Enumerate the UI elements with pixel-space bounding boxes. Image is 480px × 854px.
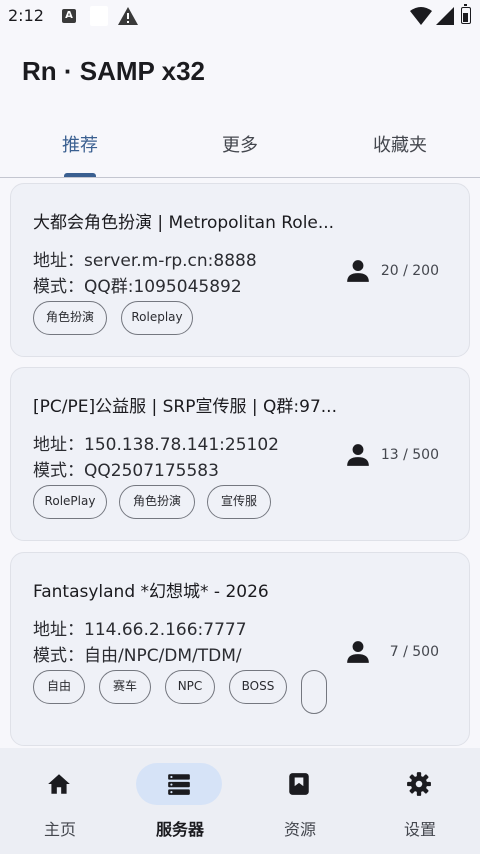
nav-item-resources[interactable]: 资源	[240, 748, 360, 854]
person-icon	[347, 444, 369, 466]
nav-label: 主页	[43, 820, 76, 839]
server-card[interactable]: [PC/PE]公益服 | SRP宣传服 | Q群:97... 地址：150.13…	[10, 367, 470, 541]
warning-icon	[118, 7, 138, 25]
status-bar: 2:12 A	[0, 0, 480, 34]
tag-chip[interactable]: 角色扮演	[119, 485, 195, 519]
tag-chip[interactable]: 赛车	[99, 670, 151, 704]
tab-indicator	[64, 173, 96, 177]
tag-chip[interactable]: RolePlay	[33, 485, 107, 519]
bookmark-icon	[289, 773, 309, 795]
tab-recommended[interactable]: 推荐	[0, 118, 160, 176]
server-mode: 模式：自由/NPC/DM/TDM/	[33, 646, 242, 666]
tab-more[interactable]: 更多	[160, 118, 320, 176]
tab-bar: 推荐 更多 收藏夹	[0, 118, 480, 178]
gear-icon	[407, 772, 431, 796]
tag-chip[interactable]: 自由	[33, 670, 85, 704]
person-icon	[347, 260, 369, 282]
tag-chip[interactable]: BOSS	[229, 670, 287, 704]
player-count: 7 / 500	[389, 644, 439, 660]
person-icon	[347, 641, 369, 663]
tag-chip[interactable]: 角色扮演	[33, 301, 107, 335]
app-title: Rn · SAMP x32	[22, 56, 206, 86]
white-square-icon	[90, 6, 108, 26]
server-address: 地址：114.66.2.166:7777	[33, 620, 247, 640]
server-address: 地址：150.138.78.141:25102	[33, 435, 279, 455]
server-mode: 模式：QQ群:1095045892	[33, 277, 242, 297]
bottom-navigation: 主页 服务器 资源 设置	[0, 748, 480, 854]
server-card[interactable]: Fantasyland *幻想城* - 2026 地址：114.66.2.166…	[10, 552, 470, 746]
wifi-icon	[410, 7, 432, 25]
nav-item-settings[interactable]: 设置	[360, 748, 480, 854]
player-count: 20 / 200	[380, 263, 439, 279]
server-list-icon	[168, 774, 190, 795]
nav-item-servers[interactable]: 服务器	[120, 748, 240, 854]
tag-chip[interactable]	[301, 670, 327, 714]
nav-item-home[interactable]: 主页	[0, 748, 120, 854]
server-list[interactable]: 大都会角色扮演 | Metropolitan Role... 地址：server…	[0, 178, 480, 747]
server-name: Fantasyland *幻想城* - 2026	[33, 582, 269, 602]
tag-chip[interactable]: 宣传服	[207, 485, 271, 519]
nav-label: 设置	[403, 820, 436, 839]
server-mode: 模式：QQ2507175583	[33, 461, 219, 481]
status-time: 2:12	[8, 6, 44, 25]
nav-label: 服务器	[155, 820, 204, 839]
tab-favorites[interactable]: 收藏夹	[320, 118, 480, 176]
nav-label: 资源	[283, 820, 316, 839]
battery-icon	[461, 4, 471, 24]
server-name: [PC/PE]公益服 | SRP宣传服 | Q群:97...	[33, 397, 337, 417]
player-count: 13 / 500	[380, 447, 439, 463]
a-icon: A	[62, 9, 76, 23]
server-address: 地址：server.m-rp.cn:8888	[33, 251, 257, 271]
home-icon	[48, 774, 70, 794]
server-name: 大都会角色扮演 | Metropolitan Role...	[33, 213, 335, 233]
tag-chip[interactable]: Roleplay	[121, 301, 193, 335]
signal-icon	[436, 7, 454, 25]
tag-chip[interactable]: NPC	[165, 670, 215, 704]
server-card[interactable]: 大都会角色扮演 | Metropolitan Role... 地址：server…	[10, 183, 470, 357]
